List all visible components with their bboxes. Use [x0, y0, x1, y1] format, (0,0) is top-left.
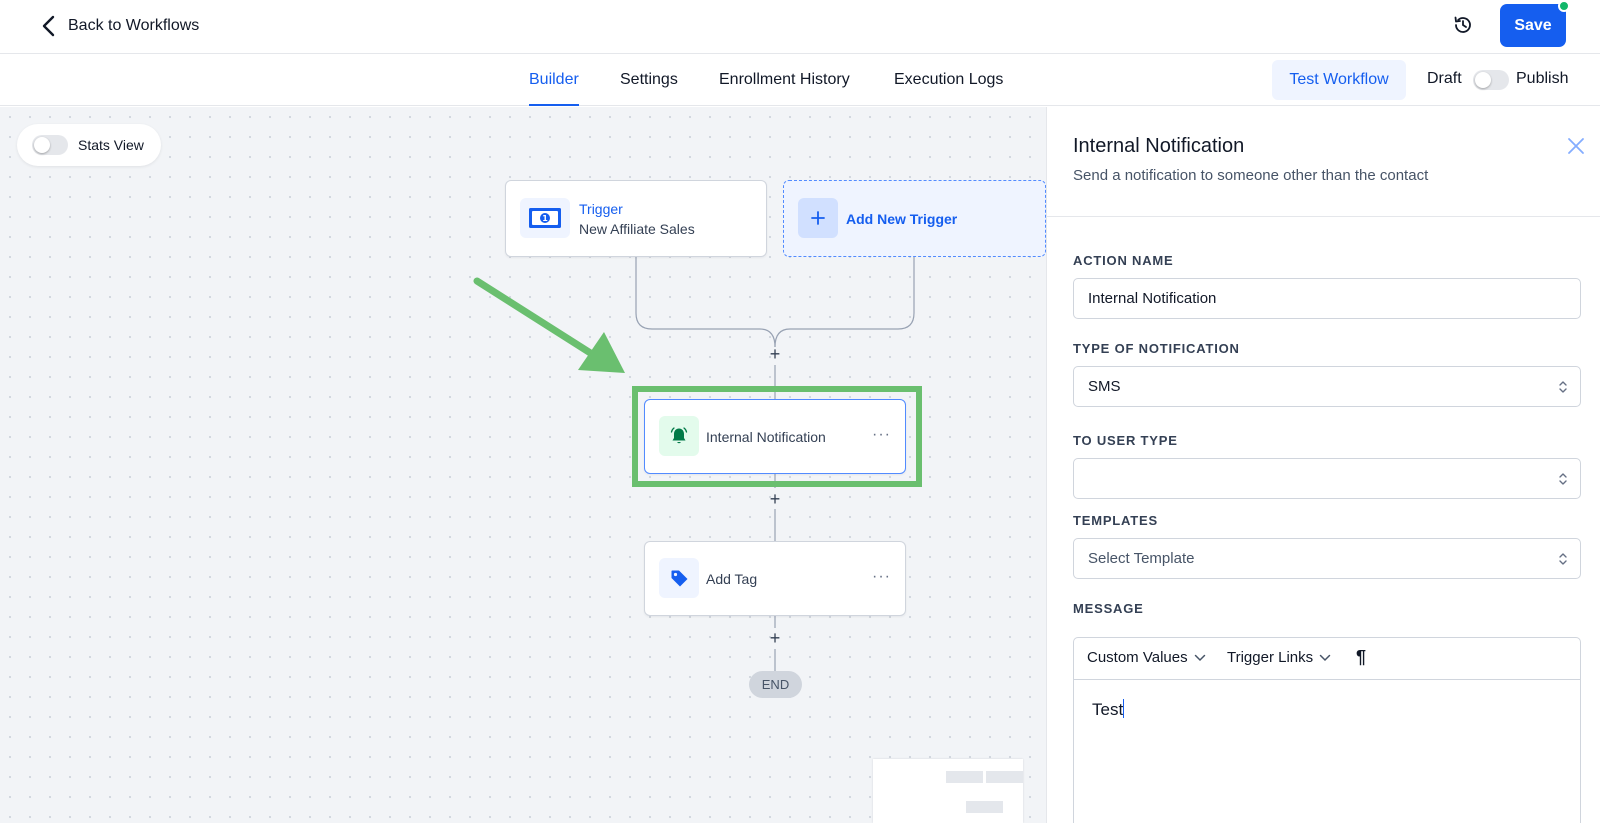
version-history-button[interactable] [1448, 10, 1478, 40]
node-label: Add Tag [706, 571, 758, 587]
tab-enrollment-history[interactable]: Enrollment History [719, 54, 850, 106]
custom-values-label: Custom Values [1087, 649, 1188, 666]
tab-execution-logs[interactable]: Execution Logs [894, 54, 1003, 106]
action-name-input[interactable]: Internal Notification [1073, 278, 1581, 319]
notification-type-select[interactable]: SMS [1073, 366, 1581, 407]
plus-icon [798, 198, 838, 238]
internal-notification-node[interactable]: Internal Notification ··· [644, 399, 906, 474]
trigger-links-dropdown[interactable]: Trigger Links [1227, 649, 1331, 666]
stats-toggle-switch[interactable] [32, 135, 68, 155]
node-more-menu[interactable]: ··· [872, 426, 891, 444]
panel-divider [1047, 216, 1600, 217]
draft-label: Draft [1427, 70, 1462, 87]
add-new-trigger-label: Add New Trigger [846, 211, 958, 227]
save-button[interactable]: Save [1500, 4, 1566, 47]
close-icon[interactable] [1565, 135, 1587, 157]
toggle-knob [34, 137, 50, 153]
select-chevron-icon [1559, 473, 1567, 485]
notification-type-value: SMS [1088, 378, 1121, 395]
stats-view-label: Stats View [78, 137, 144, 153]
action-name-label: ACTION NAME [1073, 253, 1174, 268]
unsaved-status-dot [1558, 0, 1570, 12]
text-caret [1123, 699, 1125, 718]
notification-type-label: TYPE OF NOTIFICATION [1073, 341, 1240, 356]
panel-description: Send a notification to someone other tha… [1073, 167, 1429, 184]
node-more-menu[interactable]: ··· [872, 568, 891, 586]
paragraph-icon[interactable]: ¶ [1356, 647, 1366, 668]
select-chevron-icon [1559, 381, 1567, 393]
bell-icon [659, 416, 699, 456]
workflow-canvas[interactable]: Stats View 1 Trigger New Affiliate Sales… [0, 107, 1046, 823]
editor-toolbar: Custom Values Trigger Links ¶ [1074, 638, 1580, 680]
publish-label: Publish [1516, 70, 1569, 87]
svg-text:1: 1 [542, 214, 548, 223]
tab-builder[interactable]: Builder [529, 54, 579, 106]
back-link-label: Back to Workflows [68, 17, 200, 34]
tab-settings[interactable]: Settings [620, 54, 678, 106]
back-to-workflows-link[interactable]: Back to Workflows [40, 12, 199, 40]
custom-values-dropdown[interactable]: Custom Values [1087, 649, 1206, 666]
trigger-event: New Affiliate Sales [579, 221, 695, 237]
add-step-button[interactable]: + [765, 489, 785, 509]
canvas-minimap[interactable] [873, 759, 1023, 823]
history-icon [1454, 16, 1471, 33]
trigger-node[interactable]: 1 Trigger New Affiliate Sales [505, 180, 767, 257]
chevron-left-icon [42, 15, 55, 37]
add-step-button[interactable]: + [765, 344, 785, 364]
templates-label: TEMPLATES [1073, 513, 1158, 528]
end-marker: END [749, 671, 802, 698]
message-editor[interactable]: Custom Values Trigger Links ¶ Test [1073, 637, 1581, 823]
add-tag-node[interactable]: Add Tag ··· [644, 541, 906, 616]
templates-select[interactable]: Select Template [1073, 538, 1581, 579]
user-type-label: TO USER TYPE [1073, 433, 1178, 448]
templates-value: Select Template [1088, 550, 1195, 567]
toggle-knob [1475, 72, 1491, 88]
stats-view-toggle[interactable]: Stats View [17, 124, 161, 166]
add-step-button[interactable]: + [765, 628, 785, 648]
select-chevron-icon [1559, 553, 1567, 565]
tag-icon [659, 558, 699, 598]
chevron-down-icon [1319, 654, 1331, 661]
message-label: MESSAGE [1073, 601, 1144, 616]
message-text[interactable]: Test [1092, 699, 1125, 720]
node-label: Internal Notification [706, 429, 826, 445]
panel-title: Internal Notification [1073, 135, 1245, 157]
user-type-select[interactable] [1073, 458, 1581, 499]
tab-bar: Builder Settings Enrollment History Exec… [0, 54, 1600, 106]
trigger-title: Trigger [579, 201, 623, 217]
add-new-trigger-button[interactable]: Add New Trigger [783, 180, 1046, 257]
message-content: Test [1092, 700, 1124, 719]
publish-toggle[interactable] [1473, 70, 1509, 90]
money-icon: 1 [520, 198, 570, 238]
test-workflow-button[interactable]: Test Workflow [1272, 60, 1406, 100]
top-bar: Back to Workflows Save [0, 0, 1600, 54]
chevron-down-icon [1194, 654, 1205, 661]
trigger-links-label: Trigger Links [1227, 649, 1314, 666]
action-settings-panel: Internal Notification Send a notificatio… [1046, 107, 1600, 823]
